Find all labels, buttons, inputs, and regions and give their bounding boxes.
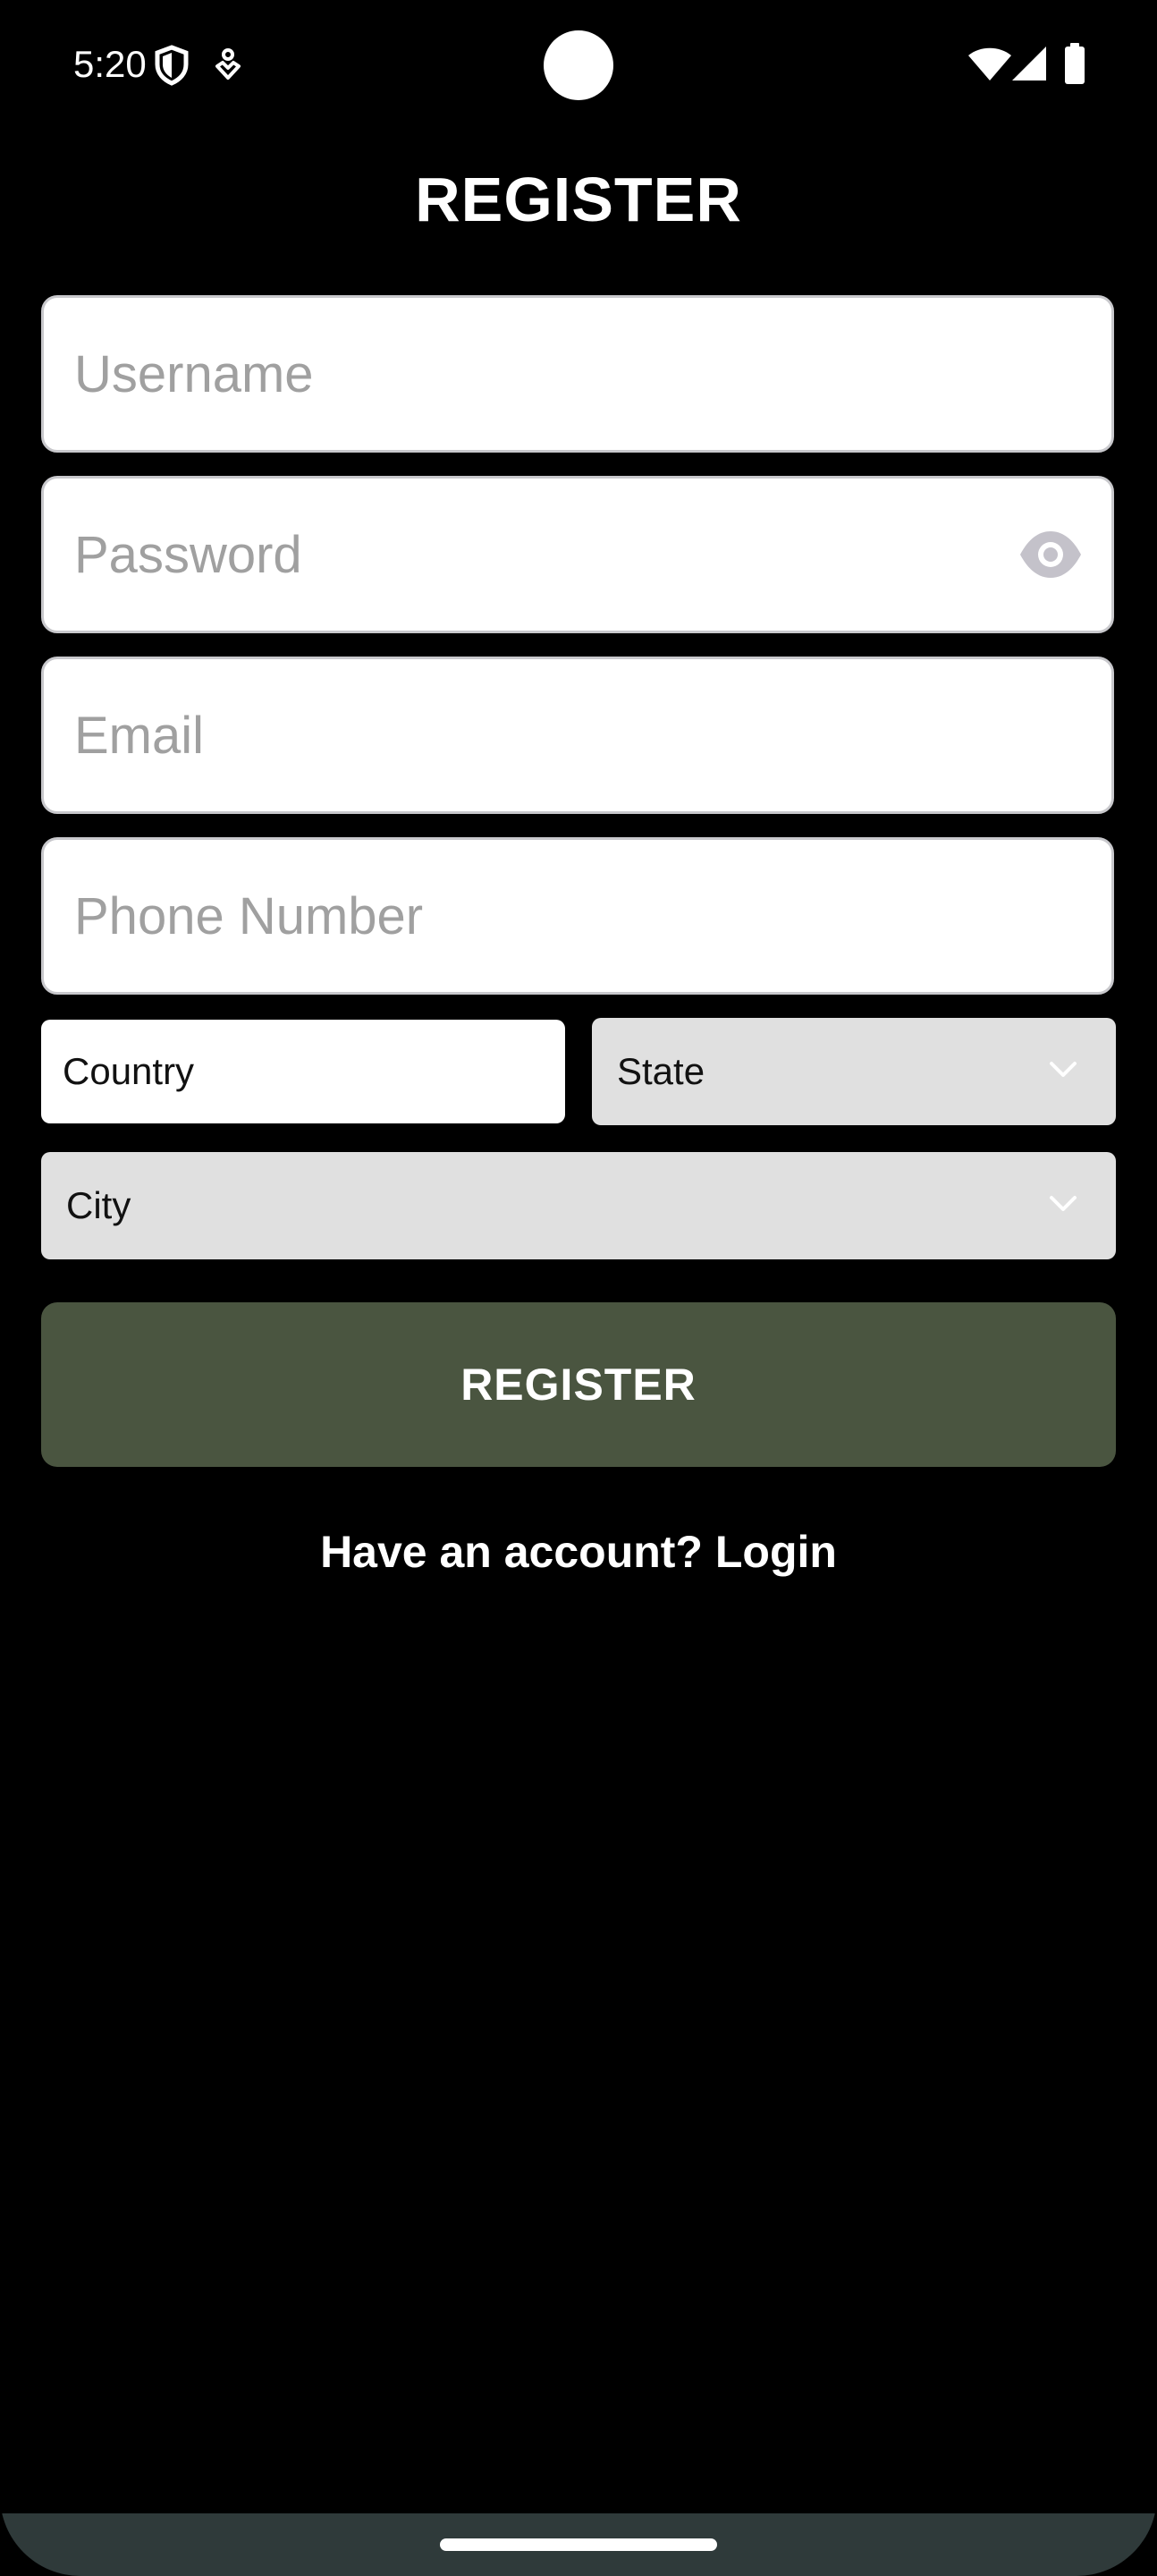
chevron-down-icon: [1050, 1196, 1077, 1211]
login-link[interactable]: Have an account? Login: [320, 1527, 837, 1577]
username-field[interactable]: [41, 295, 1114, 453]
home-handle[interactable]: [440, 2538, 717, 2551]
page-title: REGISTER: [415, 165, 742, 234]
wifi-icon: [968, 47, 1011, 80]
username-input[interactable]: [74, 298, 1004, 450]
status-bar: 5:20: [0, 0, 1157, 125]
state-dropdown-label: State: [617, 1050, 705, 1092]
login-link-row: Have an account? Login: [0, 1521, 1157, 1583]
status-time: 5:20: [73, 43, 147, 85]
country-input[interactable]: [63, 1020, 545, 1123]
password-field[interactable]: [41, 476, 1114, 633]
city-dropdown-label: City: [66, 1184, 131, 1226]
battery-icon: [1065, 43, 1085, 84]
register-screen: 5:20 REGISTER Username Email Phone Numbe…: [0, 0, 1157, 2576]
state-dropdown[interactable]: State: [592, 1018, 1116, 1125]
phone-number-field[interactable]: [41, 837, 1114, 995]
assistant-icon: [215, 48, 241, 80]
country-field[interactable]: [41, 1020, 565, 1123]
password-input[interactable]: [74, 479, 1004, 631]
phone-number-input[interactable]: [74, 840, 1004, 992]
register-button[interactable]: REGISTER: [41, 1302, 1116, 1467]
city-dropdown[interactable]: City: [41, 1152, 1116, 1259]
shield-icon: [155, 45, 189, 86]
chevron-down-icon: [1050, 1062, 1077, 1077]
camera-cutout: [544, 30, 613, 100]
email-input[interactable]: [74, 659, 1004, 811]
email-field[interactable]: [41, 657, 1114, 814]
eye-icon[interactable]: [1017, 523, 1085, 586]
signal-icon: [1012, 47, 1046, 80]
